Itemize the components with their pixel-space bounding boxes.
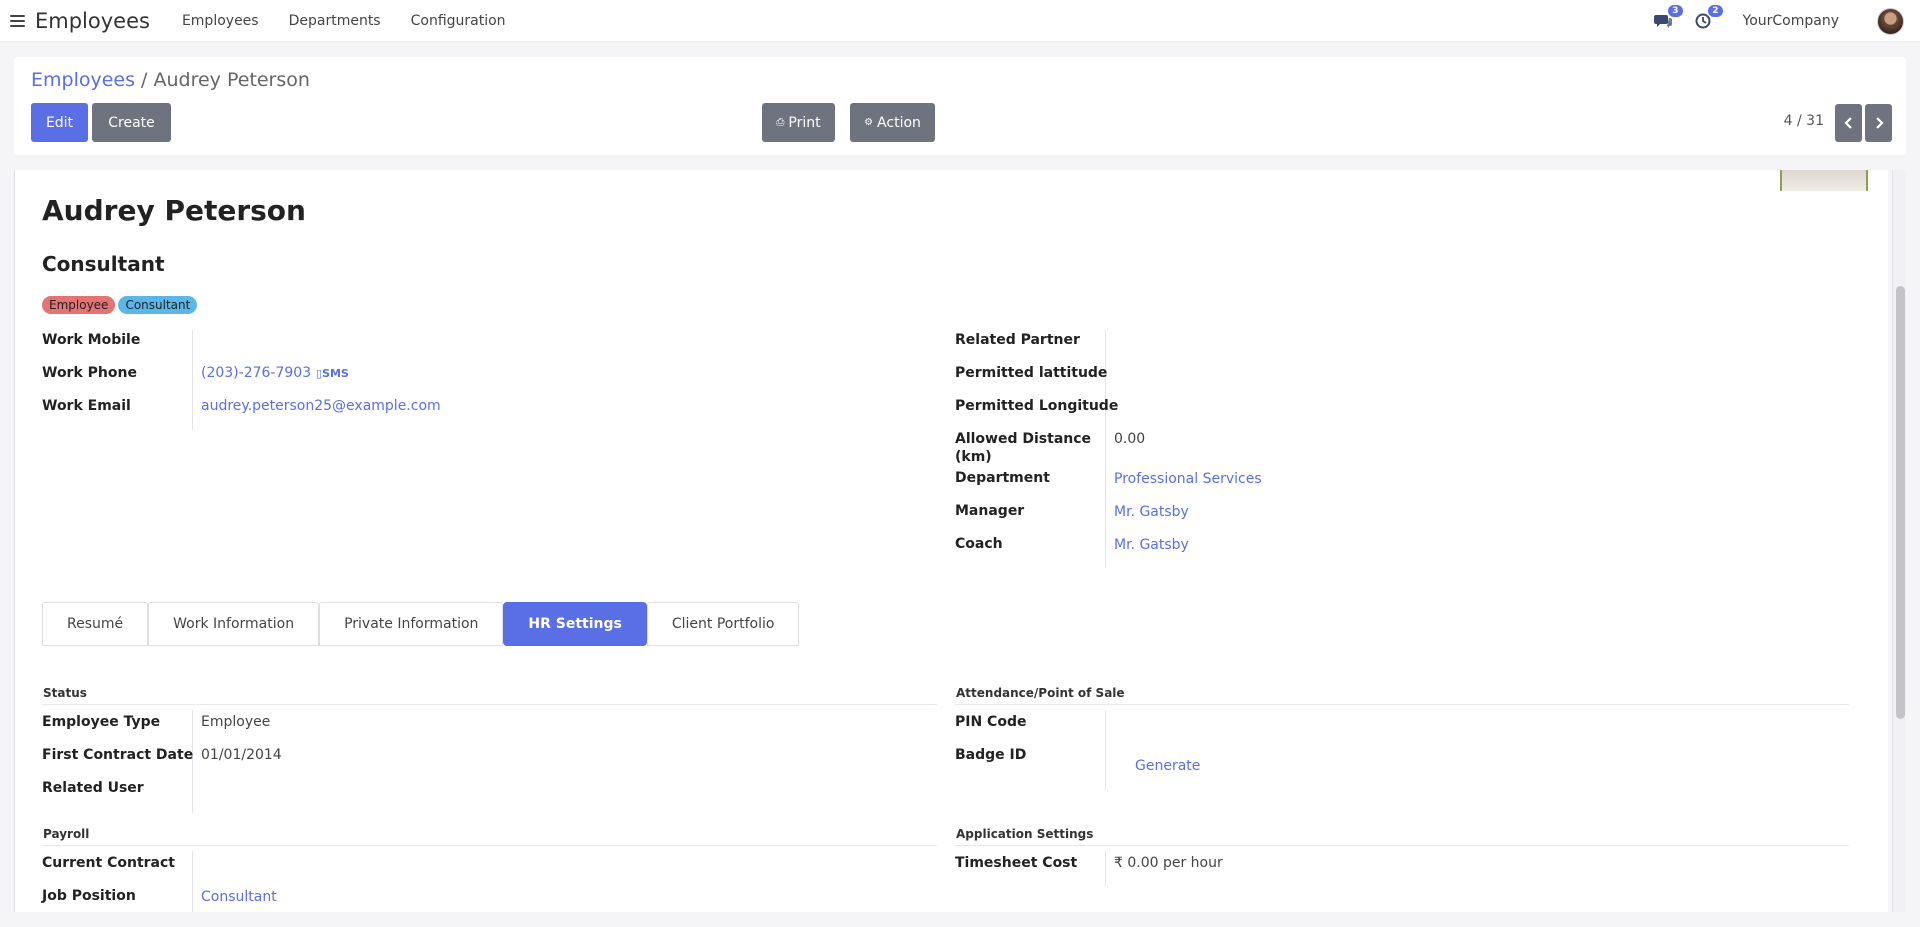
tab-work-information[interactable]: Work Information [148,602,320,646]
allowed-distance-label-line2: (km) [955,449,992,465]
user-avatar[interactable] [1877,7,1904,35]
activities-count-badge: 2 [1708,5,1723,17]
app-title[interactable]: Employees [35,9,150,33]
pager-next-button[interactable] [1865,104,1892,142]
current-contract-label: Current Contract [42,855,175,871]
timesheet-cost-value[interactable]: ₹ 0.00 per hour [1114,855,1223,871]
action-button[interactable]: ⚙ Action [850,103,935,142]
messages-count-badge: 3 [1668,5,1683,17]
messages-icon[interactable]: 3 [1653,5,1683,31]
attendance-section-divider [955,704,1849,705]
menu-item-configuration[interactable]: Configuration [411,13,506,29]
print-button[interactable]: ⎙ Print [762,103,835,142]
application-settings-section-title: Application Settings [956,827,1094,841]
breadcrumb-separator: / [135,69,154,91]
payroll-section-title: Payroll [43,827,90,841]
breadcrumb: Employees / Audrey Peterson [31,69,310,91]
pager-value[interactable]: 4 / 31 [1784,113,1824,129]
application-settings-divider [955,845,1849,846]
permitted-latitude-label: Permitted lattitude [955,365,1108,381]
activities-clock-icon[interactable]: 2 [1693,5,1723,31]
top-navbar: Employees Employees Departments Configur… [0,0,1920,42]
breadcrumb-current: Audrey Peterson [153,69,310,91]
coach-label: Coach [955,536,1003,552]
tab-client-portfolio[interactable]: Client Portfolio [646,602,800,646]
allowed-distance-label-line1: Allowed Distance [955,431,1092,447]
employee-type-label: Employee Type [42,714,161,730]
coach-value[interactable]: Mr. Gatsby [1114,537,1189,553]
first-contract-date-value[interactable]: 01/01/2014 [201,747,282,763]
chevron-left-icon [1843,117,1852,129]
chevron-right-icon [1875,117,1884,129]
allowed-distance-value[interactable]: 0.00 [1114,431,1145,447]
left-fields-divider [192,330,193,430]
related-partner-label: Related Partner [955,332,1080,348]
manager-value[interactable]: Mr. Gatsby [1114,504,1189,520]
application-fields-divider [1105,851,1106,886]
department-value[interactable]: Professional Services [1114,471,1262,487]
menu-icon[interactable] [10,14,25,27]
menu-item-departments[interactable]: Departments [289,13,381,29]
attendance-fields-divider [1105,710,1106,790]
print-label: Print [788,114,821,131]
status-section-divider [42,704,937,705]
job-position-label: Job Position [42,888,136,904]
systray: 3 2 YourCompany [1653,0,1920,42]
employee-type-value[interactable]: Employee [201,714,270,730]
pin-code-label: PIN Code [955,714,1027,730]
employee-job-title[interactable]: Consultant [42,252,165,276]
timesheet-cost-label: Timesheet Cost [955,855,1078,871]
sms-label: SMS [322,367,349,380]
sms-button[interactable]: ▯SMS [316,367,349,380]
action-label: Action [877,114,921,131]
form-sheet: Audrey Peterson Consultant Employee Cons… [14,170,1888,912]
first-contract-date-label: First Contract Date [42,747,194,763]
work-phone-value[interactable]: (203)-276-7903 [201,365,311,381]
job-position-value[interactable]: Consultant [201,889,277,905]
form-tabs: Resumé Work Information Private Informat… [42,602,800,646]
badge-id-label: Badge ID [955,747,1027,763]
edit-button[interactable]: Edit [31,103,88,142]
department-label: Department [955,470,1050,486]
print-icon: ⎙ [776,117,785,128]
tab-private-information[interactable]: Private Information [319,602,504,646]
work-mobile-label: Work Mobile [42,332,141,348]
tag-consultant[interactable]: Consultant [118,296,198,314]
company-switcher[interactable]: YourCompany [1743,13,1840,29]
tag-employee[interactable]: Employee [42,296,116,314]
work-phone-label: Work Phone [42,365,137,381]
generate-badge-button[interactable]: Generate [1135,758,1200,774]
gear-icon: ⚙ [864,117,874,128]
employee-name[interactable]: Audrey Peterson [42,194,306,227]
breadcrumb-employees-link[interactable]: Employees [31,69,135,91]
manager-label: Manager [955,503,1025,519]
scrollbar-thumb[interactable] [1896,286,1905,719]
tab-hr-settings[interactable]: HR Settings [503,602,647,646]
status-section-title: Status [43,686,87,700]
related-user-label: Related User [42,780,144,796]
payroll-section-divider [42,845,937,846]
form-scrollbar[interactable] [1892,170,1906,912]
payroll-fields-divider [192,851,193,912]
control-panel: Employees / Audrey Peterson Edit Create … [14,57,1906,155]
pager-previous-button[interactable] [1835,104,1862,142]
tab-resume[interactable]: Resumé [42,602,149,646]
menu-item-employees[interactable]: Employees [182,13,259,29]
main-menu: Employees Departments Configuration [182,13,536,29]
employee-tags: Employee Consultant [42,296,198,314]
employee-photo[interactable] [1780,170,1868,191]
work-email-label: Work Email [42,398,131,414]
work-email-value[interactable]: audrey.peterson25@example.com [201,398,441,414]
create-button[interactable]: Create [92,103,171,142]
attendance-section-title: Attendance/Point of Sale [956,686,1125,700]
permitted-longitude-label: Permitted Longitude [955,398,1119,414]
